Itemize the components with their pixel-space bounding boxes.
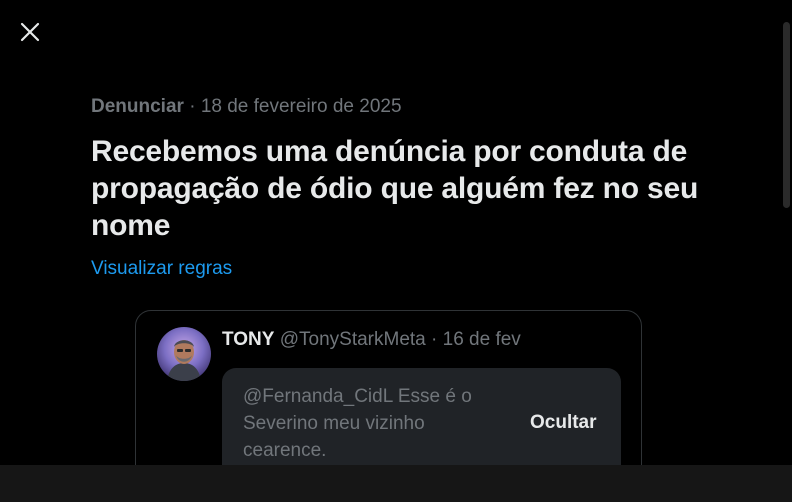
hidden-reply-text: @Fernanda_CidL Esse é o Severino meu viz… xyxy=(243,386,472,461)
header-separator: · xyxy=(431,329,438,350)
close-icon xyxy=(20,22,40,42)
tweet-header: TONY @TonyStarkMeta · 16 de fev xyxy=(222,329,521,351)
avatar[interactable] xyxy=(157,327,211,381)
scrollbar-thumb[interactable] xyxy=(783,22,790,208)
scrollbar[interactable] xyxy=(780,0,792,465)
bottom-bar xyxy=(0,465,792,502)
hide-button[interactable]: Ocultar xyxy=(530,412,597,434)
report-date: 18 de fevereiro de 2025 xyxy=(200,96,402,117)
close-button[interactable] xyxy=(14,16,46,48)
tweet-date[interactable]: 16 de fev xyxy=(443,329,521,350)
view-rules-link[interactable]: Visualizar regras xyxy=(91,258,232,280)
author-handle[interactable]: @TonyStarkMeta xyxy=(280,329,426,350)
report-type-label: Denunciar xyxy=(91,96,184,117)
report-meta: Denunciar · 18 de fevereiro de 2025 xyxy=(91,96,402,118)
author-display-name[interactable]: TONY xyxy=(222,329,274,350)
report-headline: Recebemos uma denúncia por conduta de pr… xyxy=(91,135,699,242)
meta-separator: · xyxy=(189,96,196,117)
report-detail-page: Denunciar · 18 de fevereiro de 2025 Rece… xyxy=(0,0,792,502)
